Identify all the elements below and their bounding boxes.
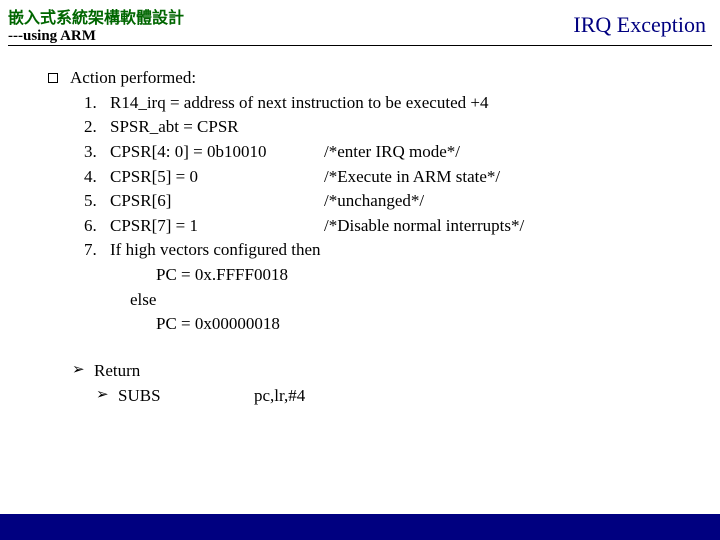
list-number: 6. <box>84 214 110 239</box>
list-text: If high vectors configured then <box>110 238 321 263</box>
return-block: ➢ Return ➢ SUBS pc,lr,#4 <box>48 359 710 408</box>
list-text: R14_irq = address of next instruction to… <box>110 91 488 116</box>
slide-header: 嵌入式系統架構軟體設計 ---using ARM IRQ Exception <box>0 0 720 45</box>
subs-row: ➢ SUBS pc,lr,#4 <box>72 384 710 409</box>
subs-operands: pc,lr,#4 <box>254 384 305 409</box>
return-row: ➢ Return <box>72 359 710 384</box>
list-item: 5. CPSR[6] /*unchanged*/ <box>84 189 710 214</box>
item-comment: /*unchanged*/ <box>324 189 424 214</box>
list-item: 2. SPSR_abt = CPSR <box>84 115 710 140</box>
square-bullet-icon <box>48 66 70 91</box>
list-number: 3. <box>84 140 110 165</box>
arrow-icon: ➢ <box>96 384 118 409</box>
course-subtitle: ---using ARM <box>8 28 184 45</box>
list-text: CPSR[7] = 1 /*Disable normal interrupts*… <box>110 214 524 239</box>
item-comment: /*Execute in ARM state*/ <box>324 165 500 190</box>
item-comment: /*enter IRQ mode*/ <box>324 140 460 165</box>
list-item: 1. R14_irq = address of next instruction… <box>84 91 710 116</box>
slide-topic: IRQ Exception <box>573 4 712 38</box>
list-text: CPSR[5] = 0 /*Execute in ARM state*/ <box>110 165 500 190</box>
item-left: SPSR_abt = CPSR <box>110 115 239 140</box>
pc-then: PC = 0x.FFFF0018 <box>84 263 710 288</box>
slide-body: Action performed: 1. R14_irq = address o… <box>0 46 720 408</box>
return-label: Return <box>94 359 140 384</box>
list-item: 4. CPSR[5] = 0 /*Execute in ARM state*/ <box>84 165 710 190</box>
header-left: 嵌入式系統架構軟體設計 ---using ARM <box>8 4 184 45</box>
list-number: 5. <box>84 189 110 214</box>
list-text: CPSR[4: 0] = 0b10010 /*enter IRQ mode*/ <box>110 140 460 165</box>
item-left: R14_irq = address of next instruction to… <box>110 91 488 116</box>
item-left: CPSR[4: 0] = 0b10010 <box>110 140 324 165</box>
spacer <box>184 384 254 409</box>
action-list: 1. R14_irq = address of next instruction… <box>48 91 710 337</box>
list-text: SPSR_abt = CPSR <box>110 115 239 140</box>
item-left: If high vectors configured then <box>110 238 321 263</box>
item-left: CPSR[6] <box>110 189 324 214</box>
list-item: 6. CPSR[7] = 1 /*Disable normal interrup… <box>84 214 710 239</box>
action-heading: Action performed: <box>70 66 196 91</box>
action-heading-row: Action performed: <box>48 66 710 91</box>
list-number: 7. <box>84 238 110 263</box>
list-item: 3. CPSR[4: 0] = 0b10010 /*enter IRQ mode… <box>84 140 710 165</box>
item-left: CPSR[7] = 1 <box>110 214 324 239</box>
item-comment: /*Disable normal interrupts*/ <box>324 214 524 239</box>
footer-bar <box>0 514 720 540</box>
arrow-icon: ➢ <box>72 359 94 384</box>
list-number: 2. <box>84 115 110 140</box>
list-text: CPSR[6] /*unchanged*/ <box>110 189 424 214</box>
course-title: 嵌入式系統架構軟體設計 <box>8 4 184 28</box>
list-item: 7. If high vectors configured then <box>84 238 710 263</box>
pc-else: PC = 0x00000018 <box>84 312 710 337</box>
list-number: 1. <box>84 91 110 116</box>
else-label: else <box>84 288 710 313</box>
item-left: CPSR[5] = 0 <box>110 165 324 190</box>
subs-mnemonic: SUBS <box>118 384 184 409</box>
list-number: 4. <box>84 165 110 190</box>
